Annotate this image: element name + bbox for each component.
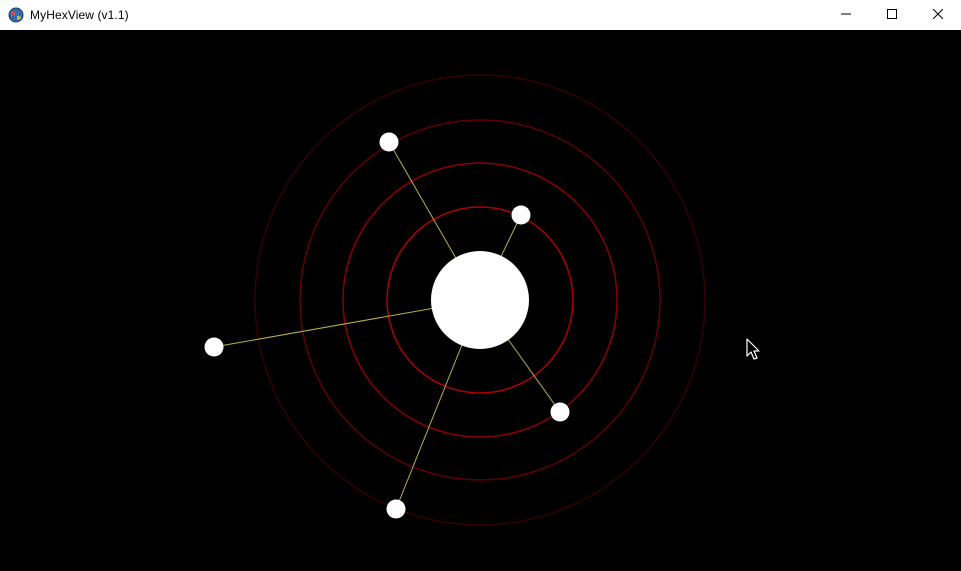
minimize-icon (841, 6, 851, 24)
app-globe-icon (8, 7, 24, 23)
minimize-button[interactable] (823, 0, 869, 30)
window-controls (823, 0, 961, 30)
mouse-pointer-icon (746, 338, 762, 362)
hex-graph[interactable] (0, 30, 961, 571)
title-bar[interactable]: MyHexView (v1.1) (0, 0, 961, 30)
satellite-node[interactable] (379, 132, 399, 152)
maximize-button[interactable] (869, 0, 915, 30)
satellite-node[interactable] (550, 402, 570, 422)
maximize-icon (887, 6, 897, 24)
window-title: MyHexView (v1.1) (30, 8, 129, 22)
app-window: MyHexView (v1.1) (0, 0, 961, 571)
close-button[interactable] (915, 0, 961, 30)
close-icon (932, 6, 944, 24)
center-node[interactable] (431, 251, 529, 349)
satellite-node[interactable] (511, 205, 531, 225)
graph-canvas[interactable] (0, 30, 961, 571)
satellite-node[interactable] (386, 499, 406, 519)
satellite-node[interactable] (204, 337, 224, 357)
